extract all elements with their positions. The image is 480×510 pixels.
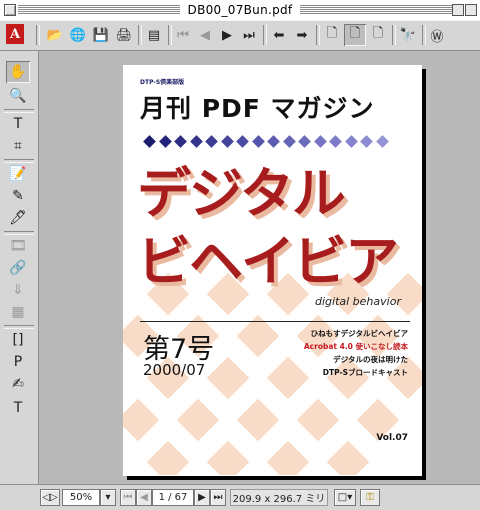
issue-date: 2000/07 xyxy=(143,361,206,379)
movie-tool-icon[interactable]: 🎞 xyxy=(6,235,30,257)
toolbar-separator xyxy=(138,25,142,45)
link-tool-icon[interactable]: 🔗 xyxy=(6,257,30,279)
graphics-select-tool-icon[interactable]: P xyxy=(6,351,30,373)
headline-2: Acrobat 4.0 使いこなし読本 xyxy=(303,342,408,351)
diamond-row xyxy=(143,135,393,149)
window-title: DB00_07Bun.pdf xyxy=(179,3,301,17)
toolbar-separator xyxy=(263,25,267,45)
magazine-title: 月刊 PDF マガジン xyxy=(140,94,375,123)
volume-label: Vol.07 xyxy=(376,433,408,443)
stamp-tool-icon[interactable]: ✍ xyxy=(6,373,30,395)
toolbar-separator xyxy=(36,25,40,45)
zoom-menu-icon[interactable]: ▾ xyxy=(100,489,116,506)
highlight-tool-icon[interactable]: 🖊 xyxy=(6,207,30,229)
adobe-logo-icon: A xyxy=(6,24,24,44)
toolbar: A 📂 🌐 💾 🖨 ▤ ⏮ ◀ ▶ ⏭ ⬅ ➡ 🗋 🗋 🗋 🔭 Ⓦ xyxy=(0,20,480,51)
column-select-tool-icon[interactable]: [] xyxy=(6,329,30,351)
form-tool-icon[interactable]: ▦ xyxy=(6,301,30,323)
security-key-icon[interactable]: ⚿ xyxy=(360,489,380,506)
tool-palette: ✋ 🔍 T ⌗ 📝 ✎ 🖊 🎞 🔗 ⇓ ▦ [] P ✍ T xyxy=(0,51,39,484)
divider-rule xyxy=(140,321,410,322)
web-link-icon[interactable]: Ⓦ xyxy=(426,24,448,46)
next-page-status-icon[interactable]: ▶ xyxy=(194,489,210,506)
headline-1: ひねもすデジタルビヘイビア xyxy=(310,329,408,338)
actual-size-icon[interactable]: 🗋 xyxy=(321,24,343,46)
crop-tool-icon[interactable]: ⌗ xyxy=(6,135,30,157)
pdf-page[interactable]: DTP-S倶楽部版 月刊 PDF マガジン デジタル ビヘイビア digital… xyxy=(123,65,422,476)
open-icon[interactable]: 📂 xyxy=(44,24,66,46)
toolbar-separator xyxy=(392,25,396,45)
thumbnails-icon[interactable]: ▤ xyxy=(143,24,165,46)
headline-3: デジタルの夜は明けた xyxy=(333,355,408,364)
last-page-icon[interactable]: ⏭ xyxy=(238,24,260,46)
first-page-status-icon[interactable]: ⏮ xyxy=(120,489,136,506)
headline-4: DTP-Sブロードキャスト xyxy=(322,368,408,377)
document-view[interactable]: DTP-S倶楽部版 月刊 PDF マガジン デジタル ビヘイビア digital… xyxy=(39,51,480,484)
find-icon[interactable]: 🔭 xyxy=(397,24,419,46)
page-layout-icon[interactable]: ◁▷ xyxy=(40,489,60,506)
save-icon[interactable]: 💾 xyxy=(90,24,112,46)
go-forward-icon[interactable]: ➡ xyxy=(291,24,313,46)
page-number-field[interactable]: 1 / 67 xyxy=(152,489,194,506)
go-back-icon[interactable]: ⬅ xyxy=(268,24,290,46)
acquire-icon[interactable]: 🌐 xyxy=(67,24,89,46)
last-page-status-icon[interactable]: ⏭ xyxy=(210,489,226,506)
series-label: DTP-S倶楽部版 xyxy=(140,79,185,86)
touchup-text-tool-icon[interactable]: T xyxy=(6,397,30,419)
page-layout-menu-icon[interactable]: □▾ xyxy=(334,489,356,506)
big-title-line2: ビヘイビア xyxy=(137,229,399,293)
title-bar[interactable]: DB00_07Bun.pdf xyxy=(0,0,480,21)
fit-page-icon[interactable]: 🗋 xyxy=(344,24,366,46)
status-bar: ◁▷ 50% ▾ ⏮ ◀ 1 / 67 ▶ ⏭ 209.9 x 296.7 ミリ… xyxy=(0,484,480,510)
article-tool-icon[interactable]: ⇓ xyxy=(6,279,30,301)
zoom-box-icon[interactable] xyxy=(452,4,464,16)
text-select-tool-icon[interactable]: T xyxy=(6,113,30,135)
fit-width-icon[interactable]: 🗋 xyxy=(367,24,389,46)
first-page-icon[interactable]: ⏮ xyxy=(172,24,194,46)
pencil-tool-icon[interactable]: ✎ xyxy=(6,185,30,207)
page-size-display: 209.9 x 296.7 ミリ xyxy=(230,489,328,506)
next-page-icon[interactable]: ▶ xyxy=(216,24,238,46)
prev-page-status-icon[interactable]: ◀ xyxy=(136,489,152,506)
acrobat-window: DB00_07Bun.pdf A 📂 🌐 💾 🖨 ▤ ⏮ ◀ ▶ ⏭ ⬅ ➡ 🗋… xyxy=(0,0,480,510)
print-icon[interactable]: 🖨 xyxy=(113,24,135,46)
collapse-box-icon[interactable] xyxy=(465,4,477,16)
subtitle: digital behavior xyxy=(315,295,401,308)
prev-page-icon[interactable]: ◀ xyxy=(194,24,216,46)
zoom-tool-icon[interactable]: 🔍 xyxy=(6,85,30,107)
note-tool-icon[interactable]: 📝 xyxy=(6,163,30,185)
zoom-field[interactable]: 50% xyxy=(62,489,100,506)
hand-tool-icon[interactable]: ✋ xyxy=(6,61,30,83)
toolbar-separator xyxy=(316,25,320,45)
